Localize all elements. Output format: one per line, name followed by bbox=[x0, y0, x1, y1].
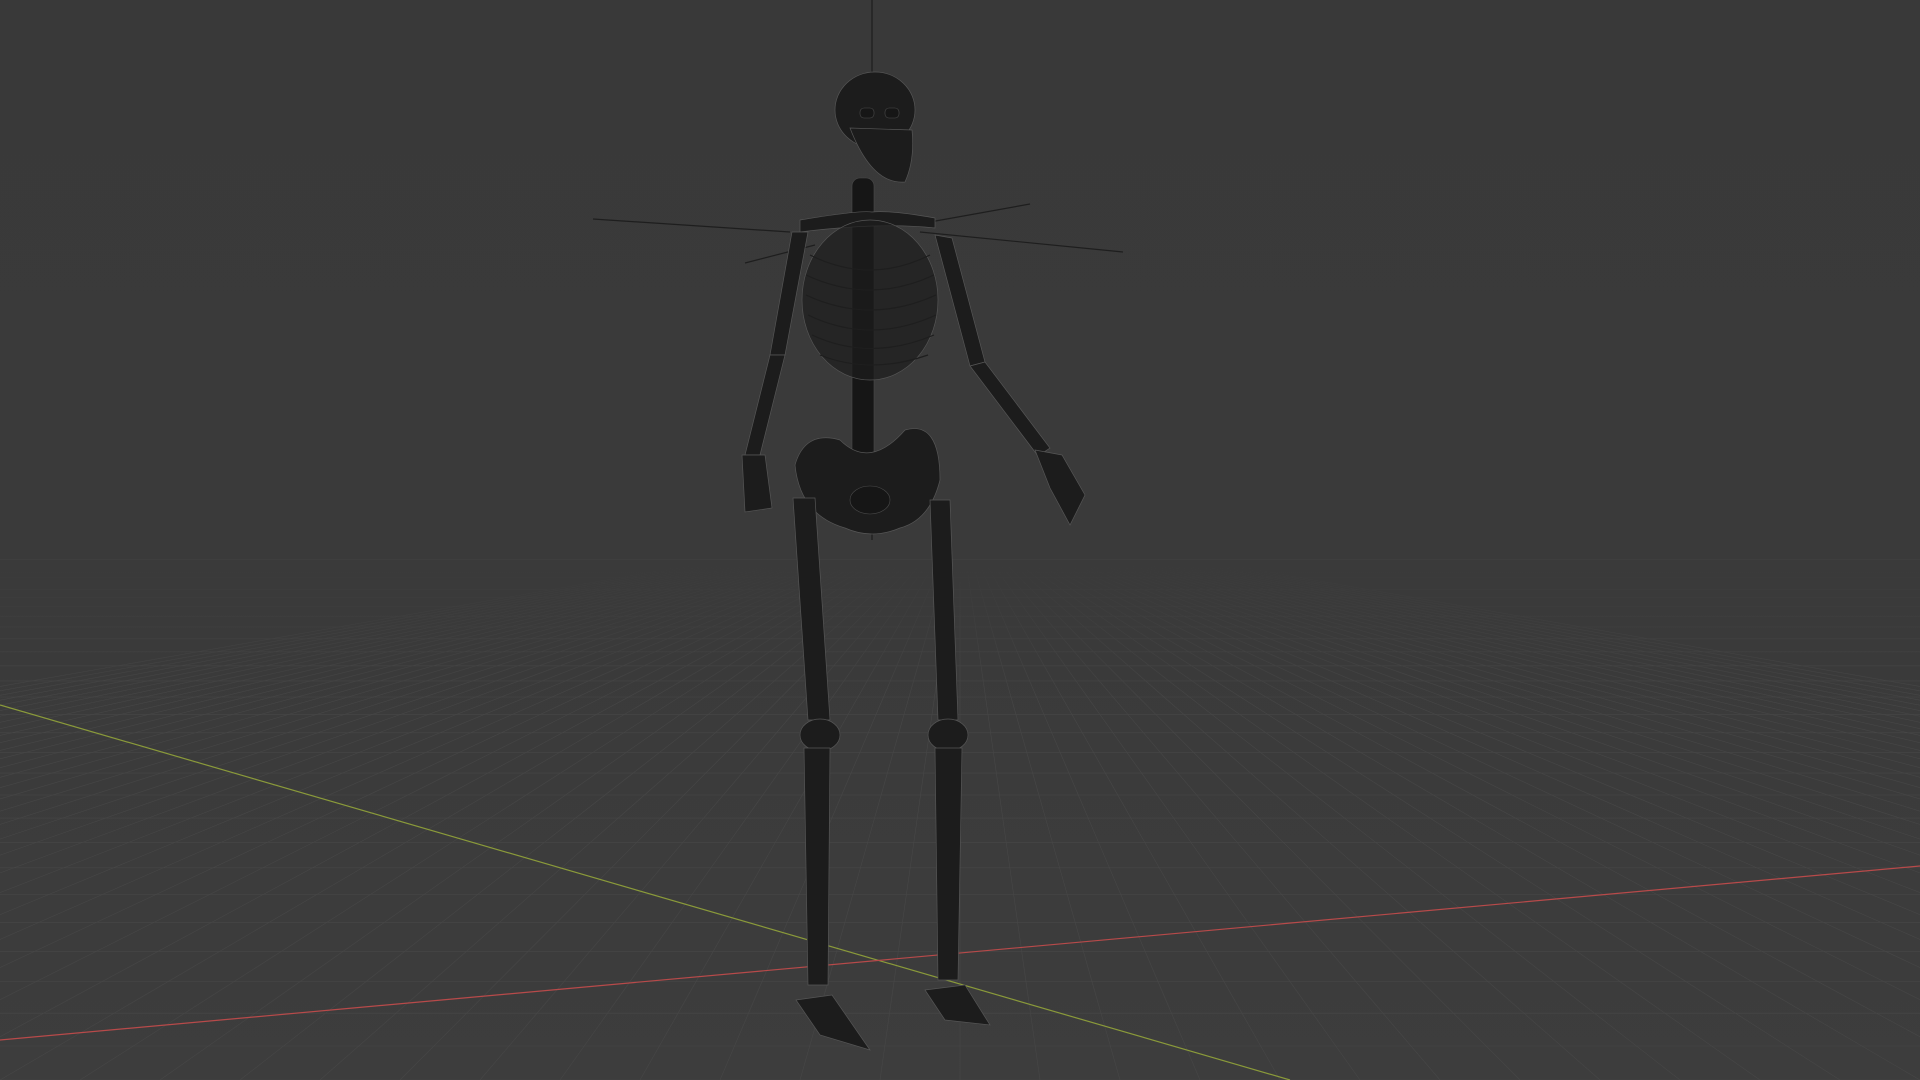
viewport-scene[interactable] bbox=[0, 0, 1920, 1080]
y-axis-line bbox=[0, 704, 1291, 1080]
3d-viewport[interactable] bbox=[0, 0, 1920, 1080]
grid-horizon-fade bbox=[0, 560, 1920, 700]
ribcage[interactable] bbox=[801, 219, 939, 381]
left-arm[interactable] bbox=[934, 234, 1086, 526]
skull[interactable] bbox=[834, 71, 916, 183]
